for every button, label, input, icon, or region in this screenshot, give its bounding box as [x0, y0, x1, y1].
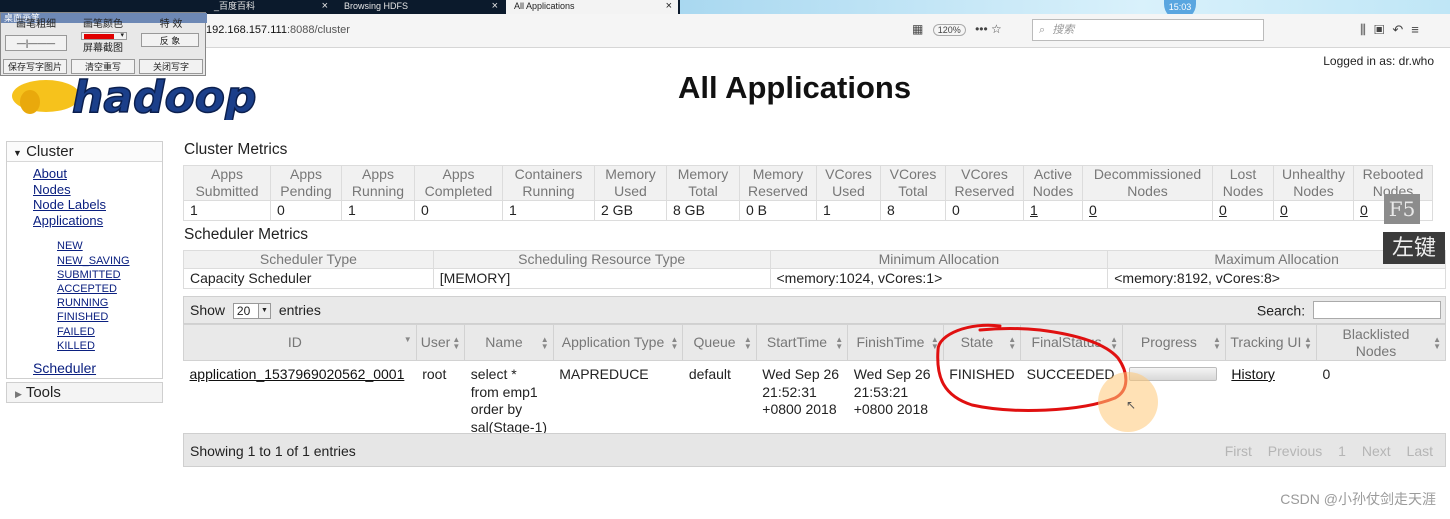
csdn-watermark: CSDN @小孙仗剑走天涯	[1280, 491, 1436, 507]
cursor-arrow-icon: ↖	[1126, 398, 1137, 412]
f5-key-overlay: F5	[1384, 194, 1420, 224]
red-annotation-layer	[936, 323, 1128, 412]
left-click-overlay: 左键	[1383, 232, 1445, 264]
mouse-highlight: ↖	[1098, 372, 1158, 432]
